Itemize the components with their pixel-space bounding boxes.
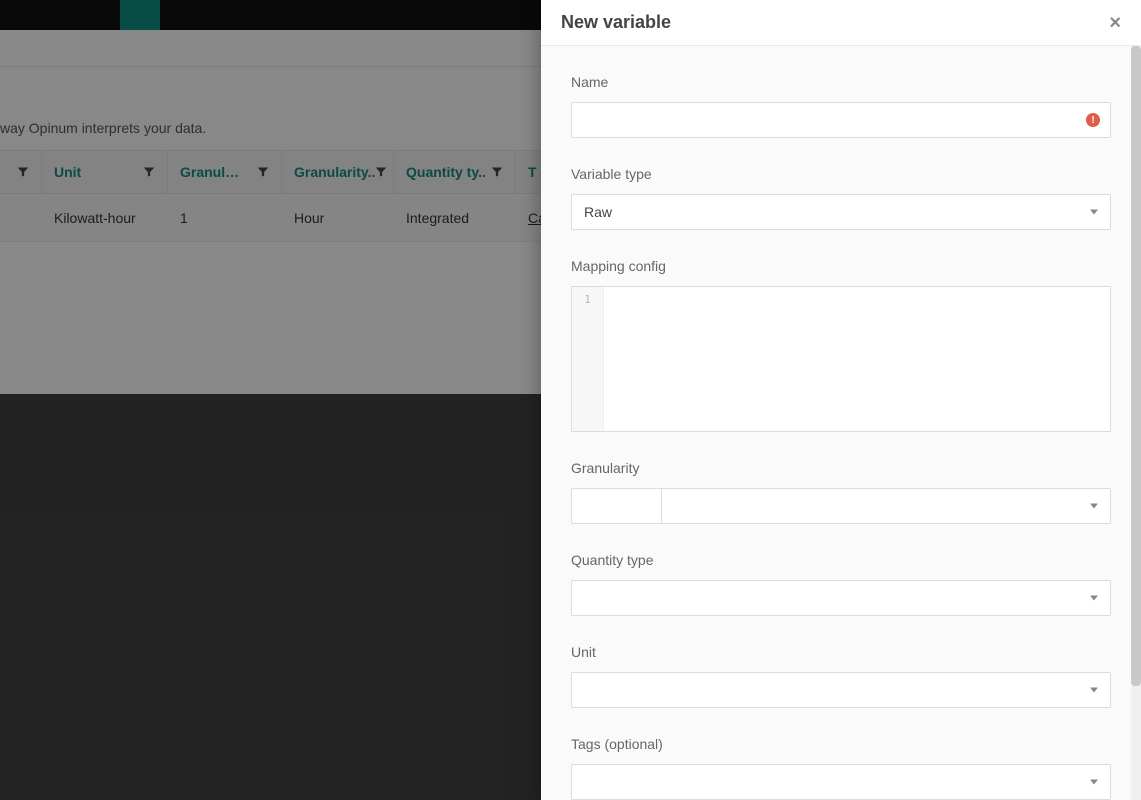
field-name: Name !	[571, 74, 1111, 138]
field-mapping-config: Mapping config 1	[571, 258, 1111, 432]
name-label: Name	[571, 74, 1111, 90]
error-glyph: !	[1091, 115, 1094, 126]
quantity-type-label: Quantity type	[571, 552, 1111, 568]
name-input[interactable]	[584, 112, 1098, 128]
editor-code[interactable]	[604, 287, 1110, 431]
line-number: 1	[572, 293, 603, 306]
variable-type-select[interactable]: Raw	[571, 194, 1111, 230]
scrollbar-thumb[interactable]	[1131, 46, 1141, 686]
name-input-wrapper[interactable]: !	[571, 102, 1111, 138]
granularity-number-input[interactable]	[571, 488, 661, 524]
field-granularity: Granularity	[571, 460, 1111, 524]
unit-label: Unit	[571, 644, 1111, 660]
granularity-number[interactable]	[584, 498, 649, 514]
unit-select[interactable]	[571, 672, 1111, 708]
error-icon: !	[1086, 113, 1100, 127]
chevron-down-icon	[1090, 210, 1098, 215]
tags-label: Tags (optional)	[571, 736, 1111, 752]
mapping-label: Mapping config	[571, 258, 1111, 274]
field-variable-type: Variable type Raw	[571, 166, 1111, 230]
mapping-editor[interactable]: 1	[571, 286, 1111, 432]
chevron-down-icon	[1090, 780, 1098, 785]
panel-scrollbar[interactable]	[1131, 46, 1141, 800]
chevron-down-icon	[1090, 504, 1098, 509]
panel-body: Name ! Variable type Raw Mapping config …	[541, 46, 1141, 800]
field-tags: Tags (optional)	[571, 736, 1111, 800]
quantity-type-select[interactable]	[571, 580, 1111, 616]
granularity-unit-select[interactable]	[661, 488, 1111, 524]
editor-gutter: 1	[572, 287, 604, 431]
granularity-label: Granularity	[571, 460, 1111, 476]
panel-header: New variable ×	[541, 0, 1141, 46]
tags-select[interactable]	[571, 764, 1111, 800]
variable-type-value: Raw	[584, 204, 612, 220]
close-icon[interactable]: ×	[1109, 13, 1121, 33]
variable-type-label: Variable type	[571, 166, 1111, 182]
chevron-down-icon	[1090, 596, 1098, 601]
field-unit: Unit	[571, 644, 1111, 708]
field-quantity-type: Quantity type	[571, 552, 1111, 616]
panel-title: New variable	[561, 12, 671, 33]
new-variable-panel: New variable × Name ! Variable type Raw …	[541, 0, 1141, 800]
chevron-down-icon	[1090, 688, 1098, 693]
